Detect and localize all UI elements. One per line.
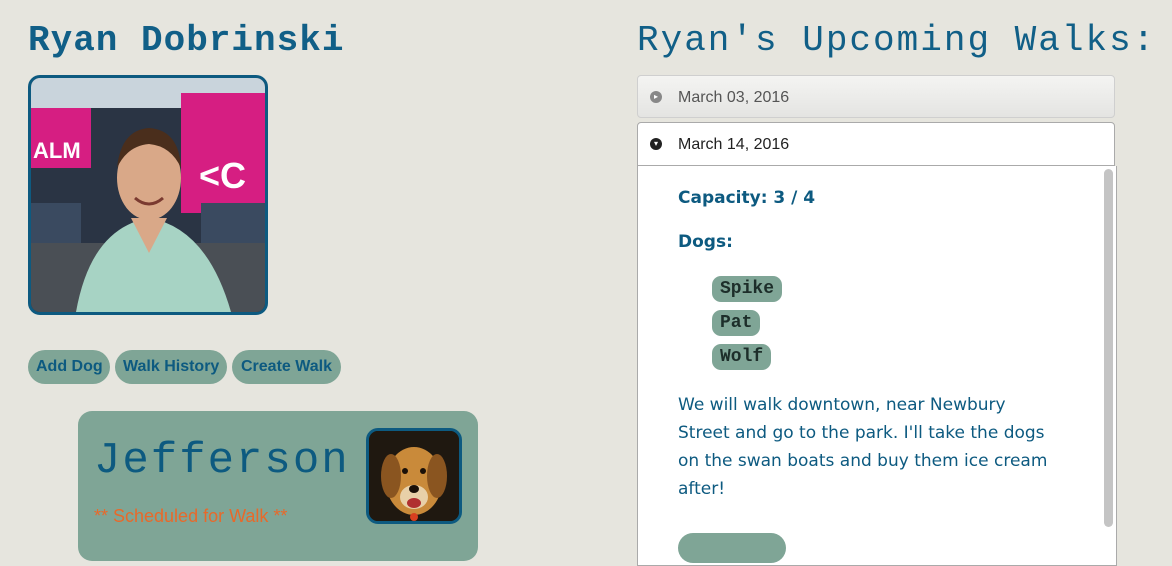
dog-name: Jefferson: [94, 436, 350, 486]
walk-accordion-header[interactable]: ▸ March 03, 2016: [637, 75, 1115, 118]
svg-text:ALM: ALM: [33, 138, 81, 163]
walk-date: March 14, 2016: [678, 136, 790, 153]
dog-photo: [366, 428, 462, 524]
arrow-down-circle-icon: ▾: [650, 138, 662, 150]
dog-card[interactable]: Jefferson ** Scheduled for Walk **: [78, 411, 478, 561]
create-walk-button[interactable]: Create Walk: [232, 350, 341, 384]
profile-photo-image: ALM <C: [31, 78, 265, 312]
svg-text:<C: <C: [199, 155, 246, 196]
dog-chip-wolf[interactable]: Wolf: [712, 344, 772, 370]
walk-action-button[interactable]: [678, 533, 786, 563]
dogs-heading: Dogs:: [678, 232, 733, 252]
dog-chip-pat[interactable]: Pat: [712, 310, 761, 336]
upcoming-walks-title: Ryan's Upcoming Walks:: [637, 20, 1157, 61]
walk-history-button[interactable]: Walk History: [115, 350, 227, 384]
dog-photo-image: [369, 431, 459, 521]
user-name: Ryan Dobrinski: [28, 20, 345, 61]
walk-accordion-header-active[interactable]: ▾ March 14, 2016: [637, 122, 1115, 166]
add-dog-button[interactable]: Add Dog: [28, 350, 110, 384]
walk-description: We will walk downtown, near Newbury Stre…: [678, 395, 1048, 499]
panel-scrollbar[interactable]: [1104, 169, 1113, 527]
dog-chip-spike[interactable]: Spike: [712, 276, 783, 302]
arrow-right-circle-icon: ▸: [650, 91, 662, 103]
dog-walk-status: ** Scheduled for Walk **: [94, 506, 288, 526]
walk-detail-panel: Capacity: 3 / 4 Dogs: Spike Pat Wolf We …: [637, 166, 1117, 566]
walk-date: March 03, 2016: [678, 89, 790, 106]
walk-capacity: Capacity: 3 / 4: [678, 188, 816, 208]
profile-photo: ALM <C: [28, 75, 268, 315]
